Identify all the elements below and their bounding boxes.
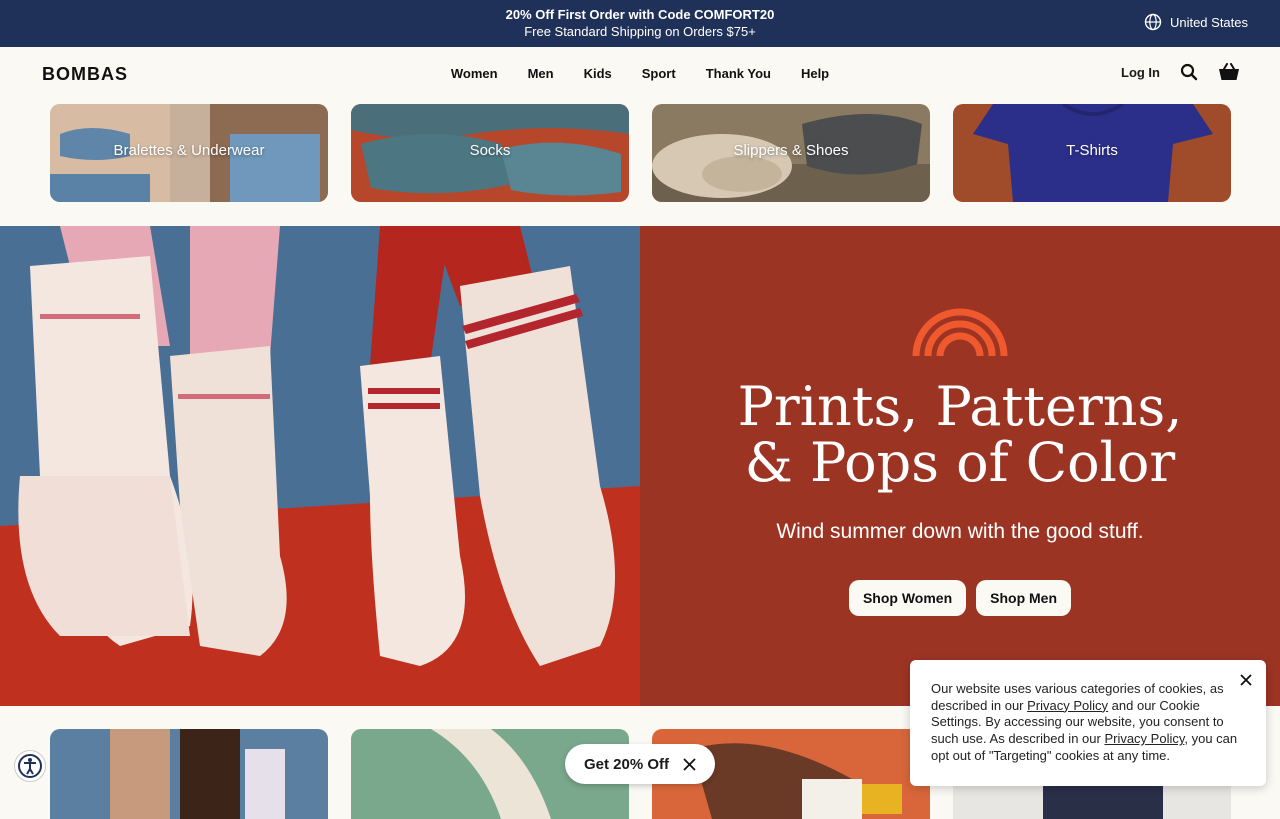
category-slippers-shoes[interactable]: Slippers & Shoes [652, 104, 930, 202]
hero-banner: Prints, Patterns, & Pops of Color Wind s… [0, 226, 1280, 706]
announcement-line-1: 20% Off First Order with Code COMFORT20 [505, 7, 775, 22]
hero-title: Prints, Patterns, & Pops of Color [640, 379, 1280, 491]
accessibility-button[interactable] [14, 750, 46, 782]
announcement-message: 20% Off First Order with Code COMFORT20 … [0, 6, 1280, 40]
cart-icon[interactable] [1218, 63, 1240, 81]
shop-men-button[interactable]: Shop Men [976, 580, 1072, 616]
privacy-policy-link[interactable]: Privacy Policy [1027, 698, 1108, 713]
bottom-tile-1-image [50, 729, 328, 819]
category-t-shirts[interactable]: T-Shirts [953, 104, 1231, 202]
bottom-tile-1[interactable] [50, 729, 328, 819]
hero-panel: Prints, Patterns, & Pops of Color Wind s… [640, 226, 1280, 706]
cookie-text: Our website uses various categories of c… [931, 681, 1244, 765]
shop-women-button[interactable]: Shop Women [848, 580, 967, 616]
hero-title-line-1: Prints, Patterns, [737, 375, 1183, 438]
login-link[interactable]: Log In [1121, 65, 1160, 80]
nav-sport[interactable]: Sport [642, 66, 676, 81]
main-nav: Women Men Kids Sport Thank You Help [0, 66, 1280, 81]
nav-kids[interactable]: Kids [584, 66, 612, 81]
hero-buttons: Shop Women Shop Men [640, 580, 1280, 616]
globe-icon [1144, 13, 1162, 31]
category-label: Bralettes & Underwear [113, 142, 265, 159]
hero-subtitle: Wind summer down with the good stuff. [776, 520, 1144, 543]
category-label: T-Shirts [1066, 142, 1118, 159]
cookie-close-icon[interactable] [1240, 674, 1252, 686]
rainbow-icon [912, 308, 1008, 356]
nav-men[interactable]: Men [528, 66, 554, 81]
hero-image [0, 226, 640, 706]
get-discount-button[interactable]: Get 20% Off [565, 744, 715, 784]
announcement-line-2: Free Standard Shipping on Orders $75+ [524, 24, 756, 39]
hero-title-line-2: & Pops of Color [744, 431, 1176, 494]
category-bralettes-underwear[interactable]: Bralettes & Underwear [50, 104, 328, 202]
announcement-bar: 20% Off First Order with Code COMFORT20 … [0, 0, 1280, 47]
category-tiles: Bralettes & Underwear Socks Slippers & S… [0, 104, 1280, 202]
nav-thank-you[interactable]: Thank You [706, 66, 771, 81]
close-icon[interactable] [683, 757, 696, 771]
nav-women[interactable]: Women [451, 66, 498, 81]
hero-socks-illustration [0, 226, 640, 706]
category-socks[interactable]: Socks [351, 104, 629, 202]
header-actions: Log In [1121, 63, 1240, 81]
accessibility-icon [18, 754, 42, 778]
promo-label: Get 20% Off [583, 755, 670, 773]
region-label: United States [1169, 14, 1248, 30]
region-selector[interactable]: United States [1144, 13, 1248, 31]
cookie-banner: Our website uses various categories of c… [910, 660, 1266, 786]
category-label: Slippers & Shoes [733, 142, 849, 159]
site-header: BOMBAS Women Men Kids Sport Thank You He… [0, 47, 1280, 103]
search-icon[interactable] [1180, 63, 1198, 81]
category-label: Socks [469, 142, 511, 159]
privacy-policy-link-2[interactable]: Privacy Policy [1104, 731, 1184, 746]
nav-help[interactable]: Help [801, 66, 829, 81]
